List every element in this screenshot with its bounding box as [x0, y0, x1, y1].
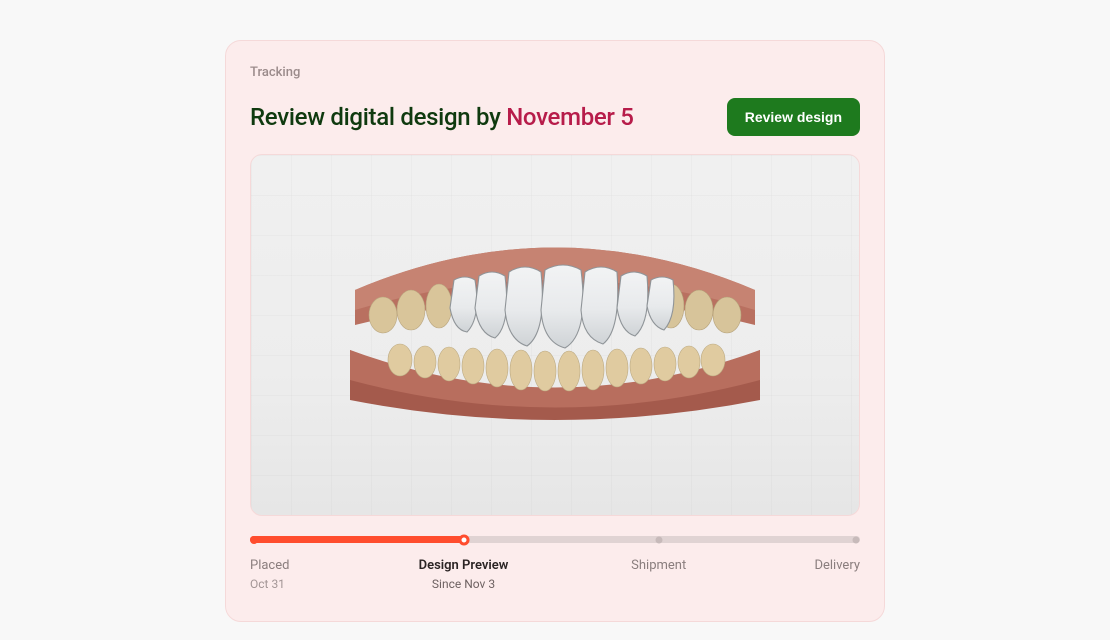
section-label: Tracking: [250, 65, 860, 80]
page-title: Review digital design by November 5: [250, 103, 634, 131]
design-preview-viewport[interactable]: [250, 154, 860, 516]
dental-model-render: [315, 230, 795, 440]
stage-label: Delivery: [814, 557, 860, 575]
title-deadline: November 5: [506, 103, 633, 131]
timeline-track: [250, 536, 860, 543]
title-prefix: Review digital design by: [250, 103, 506, 131]
timeline-fill: [250, 536, 464, 543]
timeline-node-design-preview: [458, 534, 469, 545]
stage-design-preview: Design Preview Since Nov 3: [419, 557, 509, 593]
stage-delivery: Delivery: [814, 557, 860, 576]
timeline-node-shipment: [655, 536, 662, 543]
stage-shipment: Shipment: [631, 557, 686, 576]
stage-placed: Placed Oct 31: [250, 557, 289, 593]
stage-label: Shipment: [631, 557, 686, 575]
timeline-node-placed: [250, 536, 258, 544]
timeline-labels: Placed Oct 31 Design Preview Since Nov 3…: [250, 557, 860, 597]
header-row: Review digital design by November 5 Revi…: [250, 98, 860, 136]
progress-timeline: Placed Oct 31 Design Preview Since Nov 3…: [250, 536, 860, 597]
tracking-card: Tracking Review digital design by Novemb…: [225, 40, 885, 622]
stage-date: Oct 31: [250, 576, 289, 593]
stage-label: Design Preview: [419, 557, 509, 575]
review-design-button[interactable]: Review design: [727, 98, 860, 136]
stage-date: Since Nov 3: [419, 576, 509, 593]
stage-label: Placed: [250, 557, 289, 575]
timeline-node-delivery: [853, 536, 860, 543]
